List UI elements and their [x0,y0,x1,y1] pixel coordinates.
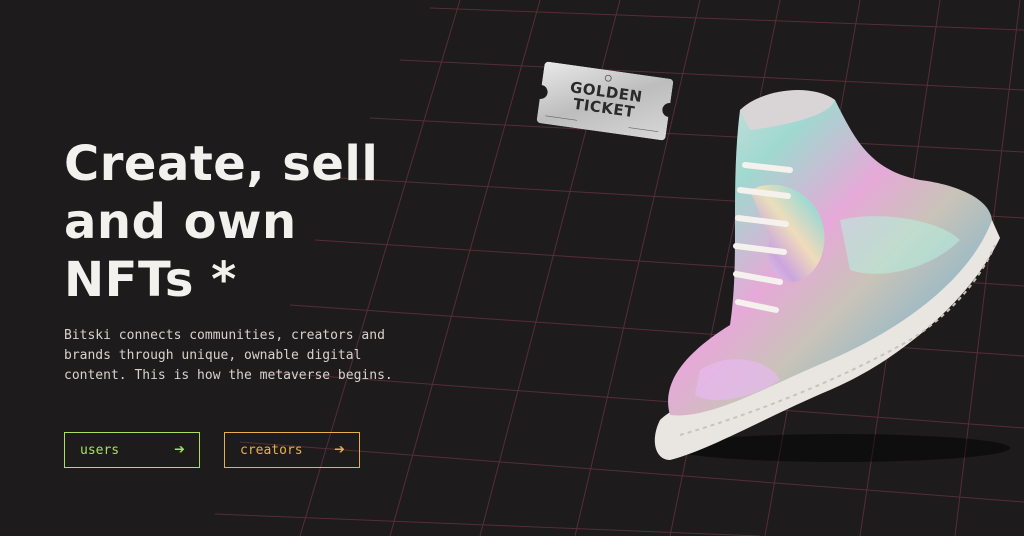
creators-button[interactable]: creators ➔ [224,432,360,468]
hero-heading-line-3: NFTs * [64,252,237,308]
hero-heading: Create, sell and own NFTs * [64,135,464,309]
hero-description: Bitski connects communities, creators an… [64,328,393,383]
hero-heading-line-2: and own [64,194,297,250]
users-button[interactable]: users ➔ [64,432,200,468]
users-button-label: users [80,442,120,458]
hero-heading-line-1: Create, sell [64,136,379,192]
arrow-right-icon: ➔ [174,439,185,460]
arrow-right-icon: ➔ [334,439,345,460]
sneaker-image [654,89,1010,462]
creators-button-label: creators [240,442,303,458]
